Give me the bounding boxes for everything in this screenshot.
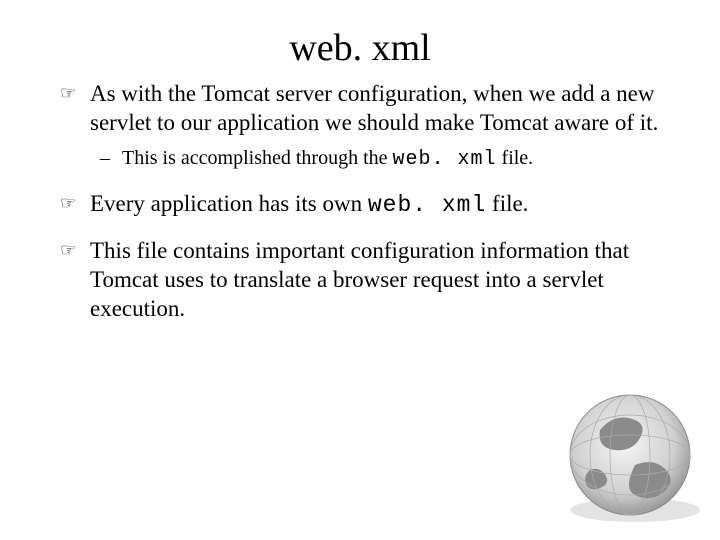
bullet-item: Every application has its own web. xml f…: [60, 190, 676, 220]
bullet-item: As with the Tomcat server configuration,…: [60, 80, 676, 172]
bullet-text-before: Every application has its own: [90, 191, 368, 216]
sub-item: This is accomplished through the web. xm…: [100, 146, 676, 172]
bullet-text-after: file.: [486, 191, 528, 216]
slide: web. xml As with the Tomcat server confi…: [0, 0, 720, 540]
slide-body: As with the Tomcat server configuration,…: [0, 80, 720, 324]
bullet-list: As with the Tomcat server configuration,…: [60, 80, 676, 324]
sub-code: web. xml: [393, 148, 497, 171]
slide-title: web. xml: [0, 0, 720, 80]
bullet-item: This file contains important configurati…: [60, 237, 676, 323]
bullet-text: This file contains important configurati…: [90, 238, 629, 321]
sub-text-after: file.: [497, 147, 534, 169]
bullet-text: As with the Tomcat server configuration,…: [90, 81, 658, 135]
sub-list: This is accomplished through the web. xm…: [100, 146, 676, 172]
globe-icon: [540, 380, 710, 530]
bullet-code: web. xml: [368, 192, 486, 218]
sub-text-before: This is accomplished through the: [122, 147, 393, 169]
